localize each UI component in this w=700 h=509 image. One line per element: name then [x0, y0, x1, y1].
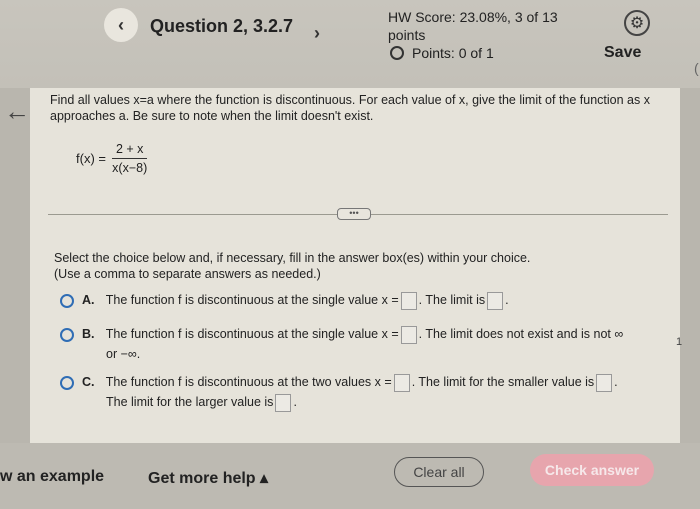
answer-box[interactable] [596, 373, 613, 392]
choice-letter: B. [82, 327, 95, 341]
view-example-link[interactable]: w an example [0, 468, 104, 486]
settings-button[interactable]: ⚙ [624, 10, 650, 36]
radio-b[interactable] [60, 327, 74, 342]
choice-text: or −∞. [106, 347, 141, 361]
denominator: x(x−8) [112, 161, 148, 175]
answer-box[interactable] [393, 373, 410, 392]
choice-a[interactable]: A. The function f is discontinuous at th… [60, 290, 509, 310]
numerator: 2 + x [111, 142, 148, 159]
previous-question-button[interactable]: ‹ [104, 8, 138, 42]
question-title: Question 2, 3.2.7 [150, 16, 294, 36]
save-button[interactable]: Save [604, 44, 641, 62]
choice-text: The function f is discontinuous at the s… [105, 293, 399, 307]
answer-box[interactable] [400, 325, 417, 344]
choice-text: . The limit for the smaller value is [411, 375, 595, 389]
choice-text: The function f is discontinuous at the t… [105, 375, 392, 389]
choice-text: . [505, 293, 509, 307]
instruction-line-1: Select the choice below and, if necessar… [54, 251, 531, 265]
choice-text: The function f is discontinuous at the s… [105, 327, 399, 341]
back-arrow-icon[interactable]: ← [4, 96, 30, 127]
answer-box[interactable] [275, 393, 292, 412]
instruction-line-2: (Use a comma to separate answers as need… [54, 267, 321, 281]
top-bar [0, 0, 700, 88]
choice-text: . [293, 395, 297, 409]
expand-dots-button[interactable]: ••• [337, 208, 371, 220]
radio-c[interactable] [60, 375, 74, 390]
hw-score-label: HW Score: [388, 9, 456, 25]
choice-letter: C. [82, 375, 95, 389]
choice-text: . The limit is [418, 293, 486, 307]
status-circle-icon [390, 46, 404, 60]
choice-text: . The limit does not exist and is not ∞ [418, 327, 624, 341]
instructions: Select the choice below and, if necessar… [54, 250, 530, 282]
question-prompt: Find all values x=a where the function i… [50, 93, 650, 123]
hw-score-value: 23.08%, 3 of 13 [459, 9, 558, 25]
answer-box[interactable] [400, 291, 417, 310]
get-more-help-button[interactable]: Get more help ▴ [148, 468, 268, 488]
fraction: 2 + x x(x−8) [111, 142, 148, 175]
next-question-button[interactable]: › [300, 16, 334, 50]
function-expression: f(x) = 2 + x x(x−8) [76, 142, 148, 175]
function-label: f(x) = [76, 151, 106, 166]
choice-text: . [614, 375, 618, 389]
points-label: Points: [412, 45, 455, 61]
radio-a[interactable] [60, 293, 74, 308]
points-value: 0 of 1 [458, 45, 494, 61]
answer-box[interactable] [487, 291, 504, 310]
hw-score: HW Score: 23.08%, 3 of 13 points [388, 8, 558, 44]
clear-all-button[interactable]: Clear all [394, 457, 484, 487]
choice-letter: A. [82, 293, 95, 307]
edge-mark: ( [694, 60, 699, 76]
choice-text: The limit for the larger value is [106, 395, 274, 409]
check-answer-button[interactable]: Check answer [530, 454, 654, 486]
chevron-left-icon: ‹ [118, 14, 124, 35]
choice-c[interactable]: C. The function f is discontinuous at th… [60, 372, 670, 412]
edge-number: 1 [676, 336, 683, 348]
gear-icon: ⚙ [629, 15, 645, 32]
points-row: Points: 0 of 1 [390, 45, 494, 61]
hw-score-points: points [388, 27, 426, 43]
choice-b[interactable]: B. The function f is discontinuous at th… [60, 324, 670, 364]
chevron-right-icon: › [314, 22, 320, 43]
